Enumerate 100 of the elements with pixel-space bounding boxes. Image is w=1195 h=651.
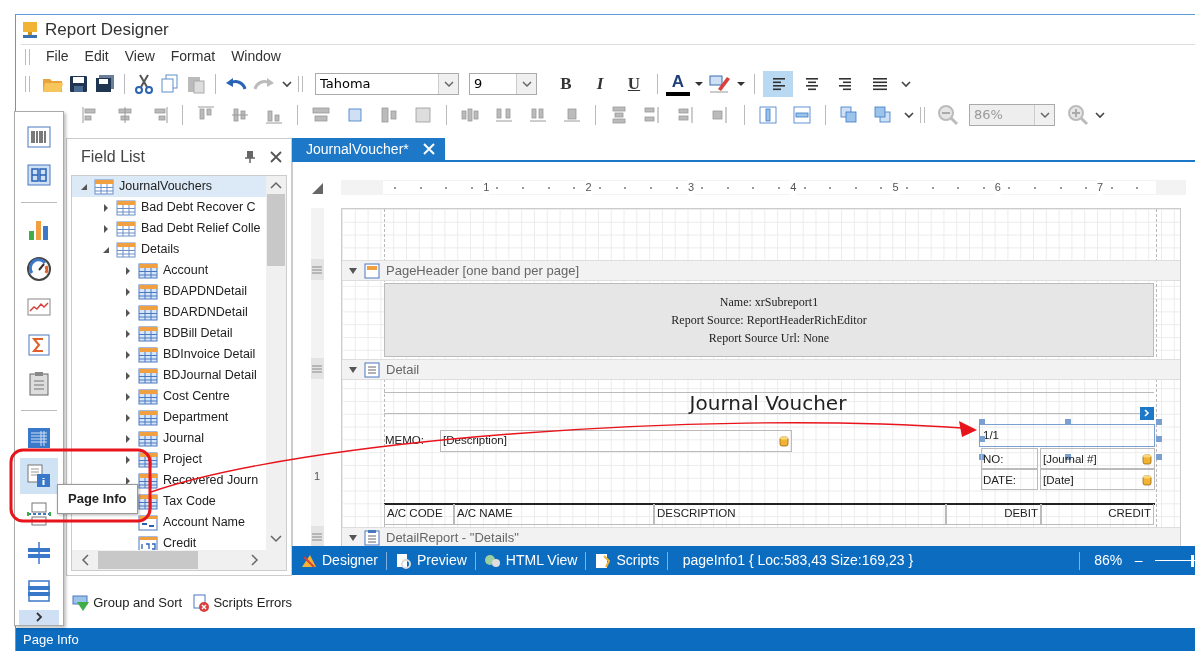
close-icon[interactable] xyxy=(269,150,283,164)
font-combo[interactable]: Tahoma xyxy=(315,73,459,95)
dock-tab[interactable]: Scripts Errors xyxy=(213,593,293,613)
view-tab[interactable]: HTML View xyxy=(505,550,578,571)
barcode-icon[interactable] xyxy=(26,124,52,151)
caret-icon[interactable] xyxy=(736,80,746,88)
scripts-view-icon[interactable] xyxy=(594,552,611,569)
tree-item-label[interactable]: BDBill Detail xyxy=(163,324,233,343)
expand-arrow-icon[interactable] xyxy=(125,412,131,423)
page-info-field[interactable]: 1/1 xyxy=(979,424,1155,447)
font-size-field[interactable]: 9 xyxy=(470,74,516,94)
expand-arrow-icon[interactable] xyxy=(125,370,131,381)
sum-icon[interactable] xyxy=(26,331,52,358)
scroll-right-icon[interactable] xyxy=(250,554,260,566)
tree-item-label[interactable]: Journal xyxy=(163,429,204,448)
expanded-arrow-icon[interactable] xyxy=(80,182,88,191)
expand-arrow-icon[interactable] xyxy=(125,454,131,465)
slider-thumb[interactable] xyxy=(1191,554,1194,567)
chevron-right-icon[interactable] xyxy=(35,612,43,623)
h-spacing-equal-icon[interactable] xyxy=(460,105,480,125)
html-view-icon[interactable] xyxy=(483,552,500,569)
resize-handle[interactable] xyxy=(1065,454,1071,460)
page-info-icon[interactable] xyxy=(26,463,52,490)
resize-handle[interactable] xyxy=(979,454,985,460)
send-to-back-icon[interactable] xyxy=(873,105,893,125)
expanded-arrow-icon[interactable] xyxy=(102,245,110,254)
collapse-arrow-icon[interactable] xyxy=(348,265,358,276)
tree-item-label[interactable]: Account xyxy=(163,261,209,280)
collapse-arrow-icon[interactable] xyxy=(348,532,358,543)
expand-arrow-icon[interactable] xyxy=(125,265,131,276)
expand-arrow-icon[interactable] xyxy=(125,475,131,486)
scissors-icon[interactable] xyxy=(133,74,155,94)
scroll-down-icon[interactable] xyxy=(270,534,282,544)
scrollbar-thumb[interactable] xyxy=(267,194,285,266)
resize-handle[interactable] xyxy=(979,436,985,442)
align-centers-icon[interactable] xyxy=(115,105,135,125)
scroll-left-icon[interactable] xyxy=(80,554,90,566)
resize-handle[interactable] xyxy=(1065,419,1071,425)
font-field[interactable]: Tahoma xyxy=(316,74,438,94)
menu-item[interactable]: File xyxy=(38,46,77,67)
align-right-icon[interactable] xyxy=(838,76,854,92)
cross-band-line-icon[interactable] xyxy=(26,539,52,566)
digital-display-icon[interactable] xyxy=(26,162,52,189)
expand-arrow-icon[interactable] xyxy=(103,202,109,213)
tree-item-label[interactable]: Cost Centre xyxy=(163,387,230,406)
expand-arrow-icon[interactable] xyxy=(125,433,131,444)
v-spacing-equal-icon[interactable] xyxy=(609,105,629,125)
align-middles-icon[interactable] xyxy=(230,105,250,125)
tree-item-label[interactable]: Bad Debt Recover C xyxy=(141,198,256,217)
center-horizontally-icon[interactable] xyxy=(758,105,778,125)
underline-button[interactable]: U xyxy=(619,71,649,97)
zoom-out-button[interactable]: – xyxy=(1134,550,1143,571)
highlighter-icon[interactable] xyxy=(708,74,732,94)
expand-arrow-icon[interactable] xyxy=(125,307,131,318)
save-all-icon[interactable] xyxy=(94,75,116,93)
resize-handle[interactable] xyxy=(1156,419,1162,425)
tree-item-label[interactable]: Account Name xyxy=(163,513,245,532)
align-center-icon[interactable] xyxy=(804,76,820,92)
resize-handle[interactable] xyxy=(1156,454,1162,460)
zoom-out-icon[interactable] xyxy=(937,104,959,126)
tree-item-label[interactable]: BDJournal Detail xyxy=(163,366,257,385)
tree-item-label[interactable]: BDInvoice Detail xyxy=(163,345,256,364)
align-left-icon[interactable] xyxy=(770,76,786,92)
collapse-arrow-icon[interactable] xyxy=(348,364,358,375)
expand-arrow-icon[interactable] xyxy=(125,328,131,339)
bold-button[interactable]: B xyxy=(551,71,581,97)
view-tab[interactable]: Preview xyxy=(417,550,467,571)
expand-arrow-icon[interactable] xyxy=(125,349,131,360)
font-size-combo[interactable]: 9 xyxy=(469,73,537,95)
resize-handle[interactable] xyxy=(1156,436,1162,442)
scrollbar-thumb[interactable] xyxy=(98,551,198,569)
view-tab[interactable]: Scripts xyxy=(616,550,660,571)
view-tab[interactable]: Designer xyxy=(322,550,379,571)
expand-arrow-icon[interactable] xyxy=(103,223,109,234)
justify-icon[interactable] xyxy=(872,76,888,92)
expand-arrow-icon[interactable] xyxy=(125,286,131,297)
expand-arrow-icon[interactable] xyxy=(125,391,131,402)
bring-to-front-icon[interactable] xyxy=(839,105,859,125)
caret-icon[interactable] xyxy=(694,80,704,88)
tree-item-label[interactable]: Bad Debt Relief Colle xyxy=(141,219,261,238)
page-break-icon[interactable] xyxy=(26,501,52,528)
clipboard-icon[interactable] xyxy=(26,369,52,396)
cross-band-box-icon[interactable] xyxy=(26,577,52,604)
scroll-up-icon[interactable] xyxy=(270,180,282,190)
italic-button[interactable]: I xyxy=(585,71,615,97)
pin-icon[interactable] xyxy=(243,150,257,164)
menu-item[interactable]: Window xyxy=(223,46,289,67)
preview-view-icon[interactable] xyxy=(395,552,412,569)
tree-item-label[interactable]: BDARDNDetail xyxy=(163,303,248,322)
tree-item-label[interactable]: Credit xyxy=(163,534,197,550)
tree-item-label[interactable]: Tax Code xyxy=(163,492,216,511)
tree-item-label[interactable]: Project xyxy=(163,450,202,469)
tree-item-label[interactable]: Details xyxy=(141,240,180,259)
font-color-button[interactable]: A xyxy=(666,72,690,96)
menu-item[interactable]: View xyxy=(116,46,163,67)
resize-handle[interactable] xyxy=(979,419,985,425)
menu-item[interactable]: Edit xyxy=(76,46,117,67)
center-vertically-icon[interactable] xyxy=(792,105,812,125)
gauge-icon[interactable] xyxy=(26,255,52,282)
save-icon[interactable] xyxy=(68,75,90,93)
